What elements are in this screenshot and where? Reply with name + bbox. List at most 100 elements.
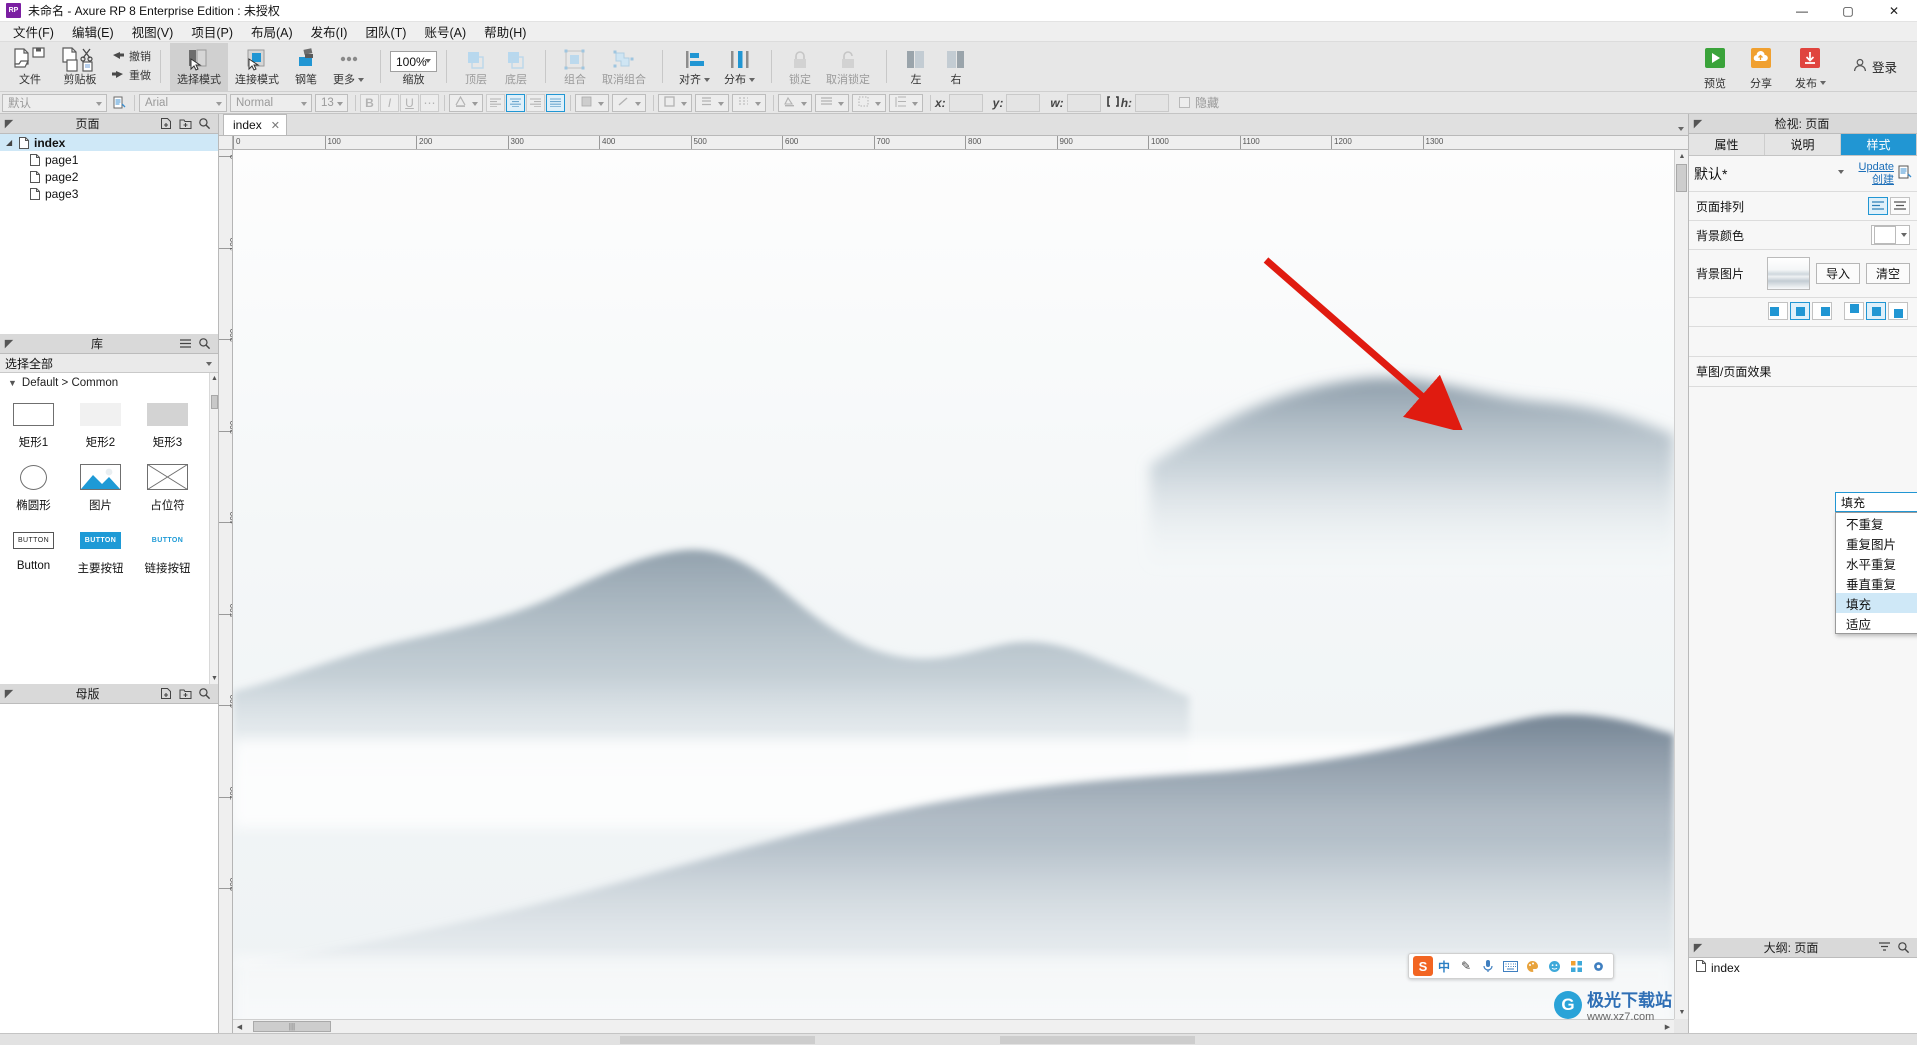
lock-ratio-icon[interactable]: [1106, 95, 1119, 110]
ime-keyboard-icon[interactable]: [1499, 955, 1521, 977]
bg-pos-top-icon[interactable]: [1844, 302, 1864, 320]
hide-checkbox[interactable]: [1179, 97, 1191, 108]
menu-publish[interactable]: 发布(I): [302, 20, 357, 43]
masters-tree[interactable]: [0, 703, 218, 1033]
library-scrollbar[interactable]: ▲ ▼: [209, 373, 218, 684]
scroll-up-arrow-icon[interactable]: ▲: [1675, 150, 1688, 163]
group-button[interactable]: 组合: [555, 43, 595, 91]
expand-arrow-icon[interactable]: ◢: [6, 138, 17, 147]
menu-edit[interactable]: 编辑(E): [63, 20, 123, 43]
library-item-primary-button[interactable]: BUTTON 主要按钮: [67, 523, 134, 576]
style-preset-select[interactable]: 默认*: [1694, 164, 1846, 184]
bg-pos-middle-icon[interactable]: [1866, 302, 1886, 320]
distribute-button[interactable]: 分布: [717, 43, 762, 91]
share-button[interactable]: 分享: [1738, 42, 1784, 91]
line-style-button[interactable]: [732, 93, 766, 112]
outline-item-index[interactable]: index: [1689, 958, 1917, 977]
connect-mode-button[interactable]: 连接模式: [228, 43, 286, 91]
tab-overflow-chevron-down-icon[interactable]: [1678, 127, 1684, 131]
ime-toolbar[interactable]: S 中 ✎: [1408, 953, 1614, 979]
collapse-icon[interactable]: ◤: [0, 117, 18, 130]
menu-project[interactable]: 项目(P): [182, 20, 242, 43]
library-item-ellipse[interactable]: 椭圆形: [0, 460, 67, 513]
ime-settings-gear-icon[interactable]: [1587, 955, 1609, 977]
menu-team[interactable]: 团队(T): [356, 20, 415, 43]
ime-mic-icon[interactable]: [1477, 955, 1499, 977]
align-justify-icon[interactable]: [546, 93, 565, 112]
h-field[interactable]: h:: [1121, 93, 1170, 112]
redo-button[interactable]: 重做: [110, 69, 151, 84]
design-canvas[interactable]: S 中 ✎: [233, 150, 1674, 1019]
align-page-center-icon[interactable]: [1890, 197, 1910, 215]
manage-style-icon[interactable]: [1898, 165, 1912, 182]
library-select[interactable]: 选择全部: [0, 354, 218, 373]
horizontal-ruler[interactable]: 0 100 200 300 400 500 600 700 800 900 1000 1100 1200…: [233, 136, 1688, 150]
menu-file[interactable]: 文件(F): [4, 20, 63, 43]
ime-mode-chinese[interactable]: 中: [1433, 955, 1455, 977]
bg-repeat-option-repeat-x[interactable]: 水平重复: [1836, 553, 1917, 573]
line-color-button[interactable]: [612, 93, 646, 112]
ungroup-button[interactable]: 取消组合: [595, 43, 653, 91]
unlock-button[interactable]: 取消锁定: [819, 43, 877, 91]
add-page-icon[interactable]: [157, 115, 176, 133]
update-style-link[interactable]: Update: [1846, 161, 1894, 174]
underline-button[interactable]: U: [400, 93, 419, 112]
library-item-button[interactable]: BUTTON Button: [0, 523, 67, 576]
ime-apps-icon[interactable]: [1565, 955, 1587, 977]
hamburger-icon[interactable]: [176, 335, 195, 353]
bg-repeat-option-fill[interactable]: 填充: [1836, 593, 1917, 613]
right-panel-toggle[interactable]: 右: [936, 43, 976, 91]
bg-repeat-option-repeat[interactable]: 重复图片: [1836, 533, 1917, 553]
bg-repeat-dropdown-button[interactable]: 填充: [1835, 492, 1917, 512]
y-field[interactable]: y:: [993, 93, 1041, 112]
scroll-left-arrow-icon[interactable]: ◀: [233, 1020, 246, 1033]
filter-icon[interactable]: [1875, 939, 1894, 957]
canvas-vscroll-thumb[interactable]: [1676, 164, 1687, 192]
page-tree-item-page1[interactable]: page1: [0, 151, 218, 168]
italic-button[interactable]: I: [380, 93, 399, 112]
vertical-ruler[interactable]: 0 100 200 300 400 500 600 700 800: [219, 150, 233, 1033]
w-field[interactable]: w:: [1050, 93, 1101, 112]
library-item-rectangle1[interactable]: 矩形1: [0, 397, 67, 450]
menu-account[interactable]: 账号(A): [415, 20, 475, 43]
bold-button[interactable]: B: [360, 93, 379, 112]
login-button[interactable]: 登录: [1837, 57, 1907, 76]
scroll-up-arrow-icon[interactable]: ▲: [211, 375, 218, 382]
collapse-icon[interactable]: ◤: [0, 687, 18, 700]
lock-button[interactable]: 锁定: [781, 43, 819, 91]
close-icon[interactable]: ✕: [271, 119, 280, 132]
pages-tree[interactable]: ◢ index page1 page2 page3: [0, 134, 218, 334]
bg-color-picker[interactable]: [1871, 225, 1910, 245]
search-icon[interactable]: [195, 684, 214, 702]
library-group-header[interactable]: ▼ Default > Common: [0, 373, 218, 393]
canvas-horizontal-scrollbar[interactable]: ◀ ||| ▶: [233, 1019, 1674, 1033]
canvas-hscroll-thumb[interactable]: |||: [253, 1021, 331, 1032]
tab-notes[interactable]: 说明: [1765, 134, 1841, 155]
collapse-icon[interactable]: ◤: [1689, 117, 1707, 130]
text-align-vertical-button[interactable]: [815, 93, 849, 112]
align-center-icon[interactable]: [506, 93, 525, 112]
send-to-back-button[interactable]: 底层: [496, 43, 536, 91]
maximize-button[interactable]: ▢: [1825, 0, 1871, 22]
canvas-tab-index[interactable]: index ✕: [223, 114, 287, 135]
bg-pos-right-icon[interactable]: [1812, 302, 1832, 320]
font-family-select[interactable]: Arial: [139, 93, 227, 112]
bg-repeat-option-no-repeat[interactable]: 不重复: [1836, 513, 1917, 533]
collapse-icon[interactable]: ◤: [0, 337, 18, 350]
ime-emoji-icon[interactable]: [1543, 955, 1565, 977]
w-input[interactable]: [1066, 93, 1101, 112]
font-color-button[interactable]: [449, 93, 483, 112]
search-icon[interactable]: [195, 335, 214, 353]
minimize-button[interactable]: —: [1779, 0, 1825, 22]
font-weight-select[interactable]: Normal: [230, 93, 312, 112]
tab-properties[interactable]: 属性: [1689, 134, 1765, 155]
ime-palette-icon[interactable]: [1521, 955, 1543, 977]
bg-repeat-option-fit[interactable]: 适应: [1836, 613, 1917, 633]
add-master-icon[interactable]: [157, 684, 176, 702]
tab-style[interactable]: 样式: [1841, 134, 1917, 155]
page-tree-item-page2[interactable]: page2: [0, 168, 218, 185]
line-width-button[interactable]: [695, 93, 729, 112]
bg-image-clear-button[interactable]: 清空: [1865, 263, 1910, 284]
sogou-ime-logo-icon[interactable]: S: [1413, 956, 1433, 976]
fill-color-button[interactable]: [575, 93, 609, 112]
